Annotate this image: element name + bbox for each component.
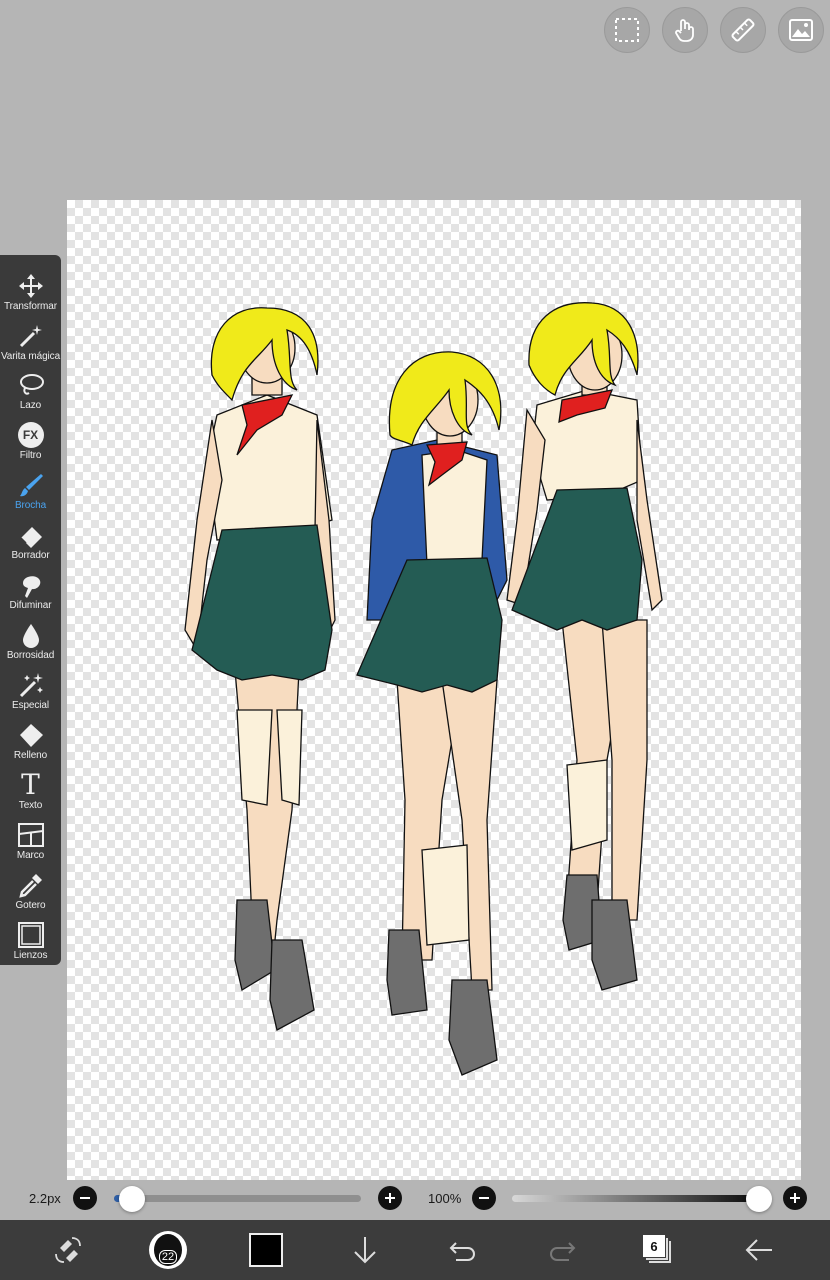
opacity-increase-button[interactable] — [783, 1186, 807, 1210]
quick-menu-button[interactable] — [46, 1228, 90, 1272]
arrow-left-icon — [745, 1239, 772, 1261]
transform-icon — [18, 273, 43, 298]
plus-icon — [385, 1193, 395, 1203]
redo-button[interactable] — [540, 1228, 584, 1272]
layers-button[interactable]: 6 — [636, 1228, 680, 1272]
figure-right — [506, 302, 663, 991]
tool-eraser[interactable]: Borrador — [0, 512, 61, 562]
undo-icon — [449, 1242, 475, 1261]
brush-icon — [19, 473, 43, 496]
tool-label: Especial — [12, 700, 49, 711]
eraser-icon — [19, 526, 42, 548]
opacity-slider[interactable] — [512, 1195, 770, 1202]
tool-transform[interactable]: Transformar — [0, 263, 61, 313]
fill-icon — [19, 723, 43, 747]
selection-button[interactable] — [604, 7, 650, 53]
plus-icon — [790, 1193, 800, 1203]
slider-row: 2.2px 100% — [0, 1180, 830, 1220]
tool-sidebar: Transformar Varita mágica Lazo FX Filtro… — [0, 255, 61, 965]
tool-label: Transformar — [4, 301, 57, 312]
tool-label: Brocha — [14, 500, 47, 511]
tool-label: Filtro — [19, 450, 42, 461]
brush-size-badge: 22 — [158, 1250, 178, 1264]
tool-label: Borrosidad — [6, 650, 55, 661]
minus-icon — [479, 1197, 489, 1199]
undo-button[interactable] — [441, 1228, 485, 1272]
tool-frame[interactable]: Marco — [0, 812, 61, 862]
eyedropper-icon — [18, 873, 42, 898]
brush-size-thumb[interactable] — [118, 1186, 145, 1212]
hand-button[interactable] — [662, 7, 708, 53]
opacity-decrease-button[interactable] — [472, 1186, 496, 1210]
bottom-toolbar: 22 6 — [0, 1220, 830, 1280]
image-icon — [789, 19, 813, 41]
tool-label: Relleno — [13, 750, 48, 761]
tool-label: Lazo — [19, 400, 42, 411]
tool-label: Marco — [16, 850, 45, 861]
ruler-icon — [731, 18, 755, 42]
brush-selector-button[interactable]: 22 — [146, 1228, 190, 1272]
figure-left — [184, 307, 336, 1031]
frame-icon — [17, 822, 44, 847]
tool-label: Gotero — [15, 900, 46, 911]
opacity-value: 100% — [428, 1191, 462, 1206]
fx-badge: FX — [22, 427, 39, 442]
special-icon — [19, 672, 43, 697]
tool-fill[interactable]: Relleno — [0, 712, 61, 762]
color-swatch-button[interactable] — [244, 1228, 288, 1272]
fx-icon: FX — [17, 421, 44, 448]
image-button[interactable] — [778, 7, 824, 53]
tool-lasso[interactable]: Lazo — [0, 362, 61, 412]
tool-eyedropper[interactable]: Gotero — [0, 862, 61, 912]
text-icon: T — [21, 767, 40, 801]
tool-canvases[interactable]: Lienzos — [0, 912, 61, 962]
tool-label: Difuminar — [9, 600, 52, 611]
tool-text[interactable]: T Texto — [0, 762, 61, 812]
opacity-thumb[interactable] — [746, 1186, 772, 1212]
hand-icon — [675, 19, 694, 42]
minus-icon — [80, 1197, 90, 1199]
brush-size-decrease-button[interactable] — [73, 1186, 97, 1210]
tool-filter[interactable]: FX Filtro — [0, 412, 61, 462]
blur-icon — [22, 623, 39, 648]
smudge-icon — [22, 575, 40, 598]
tool-label: Texto — [18, 800, 43, 811]
back-button[interactable] — [737, 1228, 781, 1272]
tool-magic-wand[interactable]: Varita mágica — [0, 313, 61, 363]
redo-icon — [550, 1242, 576, 1261]
canvases-icon — [17, 921, 44, 948]
brush-size-slider[interactable] — [114, 1195, 361, 1202]
tool-label: Lienzos — [13, 950, 48, 961]
lasso-icon — [19, 373, 44, 395]
color-swatch — [249, 1233, 283, 1267]
tool-label: Borrador — [11, 550, 50, 561]
layer-count: 6 — [650, 1238, 658, 1254]
tool-blur[interactable]: Borrosidad — [0, 612, 61, 662]
brush-size-value: 2.2px — [29, 1191, 61, 1206]
magic-wand-icon — [19, 324, 42, 347]
tool-brush[interactable]: Brocha — [0, 462, 61, 512]
move-down-button[interactable] — [343, 1228, 387, 1272]
layers-icon: 6 — [643, 1235, 673, 1265]
brush-preview-icon: 22 — [149, 1231, 187, 1269]
artwork — [184, 302, 663, 1076]
ruler-button[interactable] — [720, 7, 766, 53]
arrow-down-icon — [354, 1237, 376, 1264]
swap-tools-icon — [55, 1237, 81, 1263]
tool-special[interactable]: Especial — [0, 662, 61, 712]
tool-smudge[interactable]: Difuminar — [0, 562, 61, 612]
selection-icon — [615, 18, 639, 42]
drawing-canvas[interactable] — [67, 200, 801, 1180]
brush-size-increase-button[interactable] — [378, 1186, 402, 1210]
